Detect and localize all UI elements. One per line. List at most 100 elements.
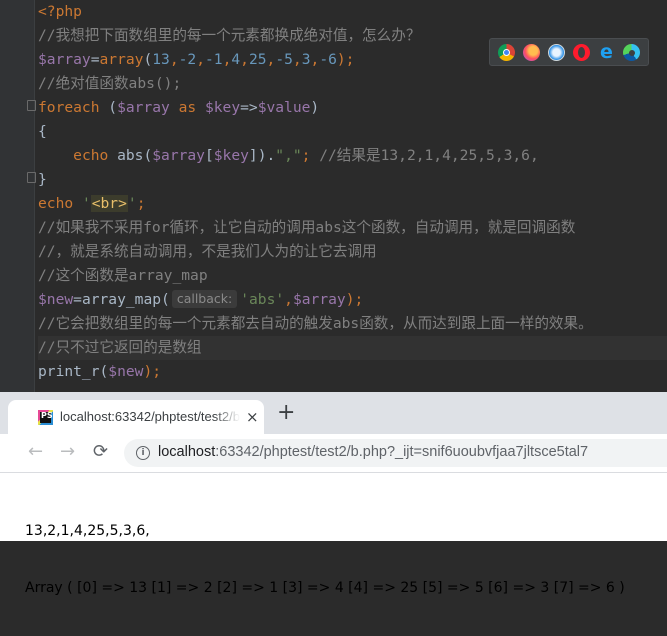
function-call: abs(: [108, 147, 153, 164]
opera-icon[interactable]: [573, 43, 590, 61]
back-button[interactable]: ←: [28, 442, 43, 462]
paren: (: [99, 99, 118, 116]
output-line-2: Array ( [0] => 13 [1] => 2 [2] => 1 [3] …: [25, 580, 625, 596]
number: 25: [248, 51, 267, 68]
comma: ,: [196, 51, 205, 68]
tab-strip: PS localhost:63342/phptest/test2/b.php ×…: [0, 392, 667, 434]
code-line-6: {: [38, 120, 667, 144]
keyword-foreach: foreach: [38, 99, 100, 116]
brace: }: [38, 171, 47, 188]
comment: //结果是13,2,1,4,25,5,3,6,: [310, 147, 539, 164]
variable: $new: [38, 291, 74, 308]
code-line-7: echo abs($array[$key]).","; //结果是13,2,1,…: [38, 144, 667, 168]
site-info-icon[interactable]: i: [136, 446, 150, 460]
safari-icon[interactable]: [548, 43, 565, 61]
comment: //绝对值函数abs();: [38, 75, 182, 92]
paren-semicolon: );: [336, 51, 355, 68]
comma: ,: [169, 51, 179, 68]
operator: .: [266, 147, 276, 164]
firefox-icon[interactable]: [523, 43, 540, 61]
code-line-5: foreach ($array as $key=>$value): [38, 96, 667, 120]
operator: =>: [240, 99, 258, 116]
open-in-browser-bar: e: [489, 38, 649, 66]
paren-semicolon: );: [143, 363, 162, 380]
fold-marker-icon[interactable]: [27, 172, 36, 183]
code-line-11: //，就是系统自动调用，不是我们人为的让它去调用: [38, 240, 667, 264]
code-line-14: //它会把数组里的每一个元素都去自动的触发abs函数，从而达到跟上面一样的效果。: [38, 312, 667, 336]
code-line-15-current: //只不过它返回的是数组: [38, 336, 667, 360]
quote: ': [127, 195, 137, 212]
number: 4: [231, 51, 241, 68]
chrome-icon[interactable]: [498, 43, 515, 61]
url-text[interactable]: localhost:63342/phptest/test2/b.php?_ijt…: [158, 444, 588, 460]
code-line-8: }: [38, 168, 667, 192]
number: 3: [301, 51, 311, 68]
code-editor[interactable]: <?php //我想把下面数组里的每一个元素都换成绝对值，怎么办？ $array…: [0, 0, 667, 392]
comma: ,: [284, 291, 293, 308]
phpstorm-favicon-icon: PS: [38, 410, 53, 425]
quote: ': [73, 195, 91, 212]
forward-button[interactable]: →: [60, 442, 75, 462]
variable: $array: [292, 291, 346, 308]
parameter-hint: callback:: [171, 290, 238, 308]
browser-toolbar: ← → ⟳ i localhost:63342/phptest/test2/b.…: [0, 434, 667, 473]
bracket: ]): [248, 147, 267, 164]
keyword-echo: echo: [38, 195, 74, 212]
variable: $array: [117, 99, 170, 116]
keyword-as: as: [169, 99, 205, 116]
page-content: 13,2,1,4,25,5,3,6, Array ( [0] => 13 [1]…: [25, 484, 625, 636]
comma: ,: [310, 51, 320, 68]
semicolon: ;: [136, 195, 146, 212]
code-line-16: print_r($new);: [38, 360, 667, 384]
browser-tab[interactable]: PS localhost:63342/phptest/test2/b.php ×: [8, 400, 264, 434]
comment: //它会把数组里的每一个元素都去自动的触发abs函数，从而达到跟上面一样的效果。: [38, 315, 593, 332]
code-line-12: //这个函数是array_map: [38, 264, 667, 288]
variable: $key: [213, 147, 249, 164]
number: 13: [152, 51, 170, 68]
tab-title: localhost:63342/phptest/test2/b.php: [60, 409, 240, 424]
comment: //，就是系统自动调用，不是我们人为的让它去调用: [38, 243, 377, 260]
string: ",": [275, 147, 302, 164]
variable: $array: [38, 51, 91, 68]
paren: ): [310, 99, 320, 116]
bracket: [: [204, 147, 214, 164]
paren-semicolon: );: [345, 291, 364, 308]
keyword-echo: echo: [73, 147, 109, 164]
paren: (: [143, 51, 153, 68]
function-name: array: [99, 51, 144, 68]
reload-button[interactable]: ⟳: [93, 442, 108, 462]
comma: ,: [240, 51, 249, 68]
comment: //我想把下面数组里的每一个元素都换成绝对值，怎么办？: [38, 27, 421, 44]
fold-marker-icon[interactable]: [27, 100, 36, 111]
address-bar[interactable]: i localhost:63342/phptest/test2/b.php?_i…: [124, 439, 667, 467]
comment: //如果我不采用for循环，让它自动的调用abs这个函数，自动调用，就是回调函数: [38, 219, 576, 236]
url-host: localhost: [158, 444, 216, 460]
comment: //只不过它返回的是数组: [38, 339, 202, 356]
operator: =: [73, 291, 82, 308]
gutter-separator: [34, 0, 35, 392]
code-line-4: //绝对值函数abs();: [38, 72, 667, 96]
tab-close-button[interactable]: ×: [246, 408, 259, 426]
string: 'abs': [240, 291, 285, 308]
code-line-10: //如果我不采用for循环，让它自动的调用abs这个函数，自动调用，就是回调函数: [38, 216, 667, 240]
code-line-13: $new=array_map(callback:'abs',$array);: [38, 288, 667, 312]
html-tag: <br>: [90, 195, 128, 212]
browser-window: PS localhost:63342/phptest/test2/b.php ×…: [0, 392, 667, 596]
comma: ,: [292, 51, 302, 68]
function-call: print_r(: [38, 363, 109, 380]
function-call: array_map(: [81, 291, 170, 308]
output-line-1: 13,2,1,4,25,5,3,6,: [25, 523, 150, 539]
ie-icon[interactable]: e: [598, 42, 615, 61]
comment: //这个函数是array_map: [38, 267, 208, 284]
number: -6: [319, 51, 337, 68]
variable: $value: [257, 99, 311, 116]
edge-icon[interactable]: [623, 43, 640, 61]
url-path: :63342/phptest/test2/b.php?_ijt=snif6uou…: [215, 444, 589, 460]
number: -1: [205, 51, 223, 68]
variable: $array: [152, 147, 205, 164]
code-line-9: echo '<br>';: [38, 192, 667, 216]
number: -5: [275, 51, 293, 68]
new-tab-button[interactable]: +: [277, 402, 295, 424]
php-open-tag: <?php: [38, 3, 82, 20]
variable: $new: [108, 363, 144, 380]
